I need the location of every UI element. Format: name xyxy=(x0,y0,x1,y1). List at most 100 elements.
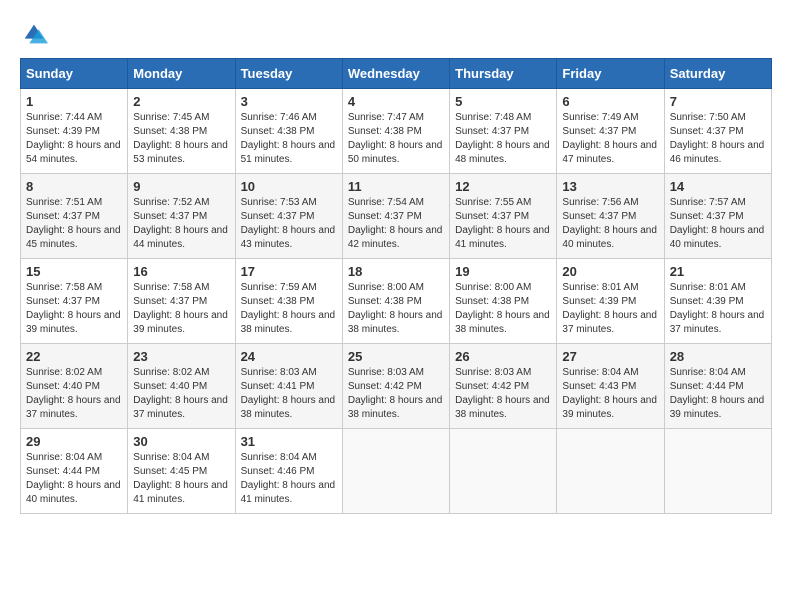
day-info: Sunrise: 7:59 AM Sunset: 4:38 PM Dayligh… xyxy=(241,281,337,337)
day-number: 9 xyxy=(133,179,229,194)
calendar-cell: 11 Sunrise: 7:54 AM Sunset: 4:37 PM Dayl… xyxy=(342,174,449,259)
day-number: 23 xyxy=(133,349,229,364)
day-info: Sunrise: 8:03 AM Sunset: 4:42 PM Dayligh… xyxy=(348,366,444,422)
day-info: Sunrise: 7:48 AM Sunset: 4:37 PM Dayligh… xyxy=(455,111,551,167)
day-number: 4 xyxy=(348,94,444,109)
calendar-cell: 25 Sunrise: 8:03 AM Sunset: 4:42 PM Dayl… xyxy=(342,344,449,429)
weekday-header-wednesday: Wednesday xyxy=(342,59,449,89)
day-number: 14 xyxy=(670,179,766,194)
calendar-cell: 9 Sunrise: 7:52 AM Sunset: 4:37 PM Dayli… xyxy=(128,174,235,259)
day-number: 1 xyxy=(26,94,122,109)
day-number: 8 xyxy=(26,179,122,194)
calendar-cell: 29 Sunrise: 8:04 AM Sunset: 4:44 PM Dayl… xyxy=(21,429,128,514)
logo xyxy=(20,20,54,48)
day-number: 10 xyxy=(241,179,337,194)
calendar-week-1: 1 Sunrise: 7:44 AM Sunset: 4:39 PM Dayli… xyxy=(21,89,772,174)
day-number: 25 xyxy=(348,349,444,364)
weekday-header-friday: Friday xyxy=(557,59,664,89)
calendar-body: 1 Sunrise: 7:44 AM Sunset: 4:39 PM Dayli… xyxy=(21,89,772,514)
day-number: 19 xyxy=(455,264,551,279)
day-info: Sunrise: 7:53 AM Sunset: 4:37 PM Dayligh… xyxy=(241,196,337,252)
calendar-cell: 28 Sunrise: 8:04 AM Sunset: 4:44 PM Dayl… xyxy=(664,344,771,429)
calendar-cell: 3 Sunrise: 7:46 AM Sunset: 4:38 PM Dayli… xyxy=(235,89,342,174)
day-number: 24 xyxy=(241,349,337,364)
calendar-cell: 31 Sunrise: 8:04 AM Sunset: 4:46 PM Dayl… xyxy=(235,429,342,514)
day-info: Sunrise: 7:58 AM Sunset: 4:37 PM Dayligh… xyxy=(26,281,122,337)
calendar-cell: 16 Sunrise: 7:58 AM Sunset: 4:37 PM Dayl… xyxy=(128,259,235,344)
day-number: 28 xyxy=(670,349,766,364)
calendar-cell xyxy=(557,429,664,514)
calendar-cell: 24 Sunrise: 8:03 AM Sunset: 4:41 PM Dayl… xyxy=(235,344,342,429)
day-info: Sunrise: 8:02 AM Sunset: 4:40 PM Dayligh… xyxy=(26,366,122,422)
day-info: Sunrise: 8:04 AM Sunset: 4:44 PM Dayligh… xyxy=(670,366,766,422)
day-number: 31 xyxy=(241,434,337,449)
calendar-cell: 15 Sunrise: 7:58 AM Sunset: 4:37 PM Dayl… xyxy=(21,259,128,344)
day-number: 29 xyxy=(26,434,122,449)
day-number: 11 xyxy=(348,179,444,194)
day-number: 3 xyxy=(241,94,337,109)
calendar-cell xyxy=(664,429,771,514)
day-info: Sunrise: 7:44 AM Sunset: 4:39 PM Dayligh… xyxy=(26,111,122,167)
calendar-cell: 6 Sunrise: 7:49 AM Sunset: 4:37 PM Dayli… xyxy=(557,89,664,174)
calendar-cell: 12 Sunrise: 7:55 AM Sunset: 4:37 PM Dayl… xyxy=(450,174,557,259)
calendar-cell: 19 Sunrise: 8:00 AM Sunset: 4:38 PM Dayl… xyxy=(450,259,557,344)
day-number: 20 xyxy=(562,264,658,279)
weekday-header-monday: Monday xyxy=(128,59,235,89)
calendar-cell: 10 Sunrise: 7:53 AM Sunset: 4:37 PM Dayl… xyxy=(235,174,342,259)
calendar-cell: 13 Sunrise: 7:56 AM Sunset: 4:37 PM Dayl… xyxy=(557,174,664,259)
day-number: 30 xyxy=(133,434,229,449)
day-info: Sunrise: 8:00 AM Sunset: 4:38 PM Dayligh… xyxy=(455,281,551,337)
day-number: 6 xyxy=(562,94,658,109)
calendar-table: SundayMondayTuesdayWednesdayThursdayFrid… xyxy=(20,58,772,514)
calendar-cell xyxy=(450,429,557,514)
calendar-cell: 2 Sunrise: 7:45 AM Sunset: 4:38 PM Dayli… xyxy=(128,89,235,174)
day-info: Sunrise: 7:50 AM Sunset: 4:37 PM Dayligh… xyxy=(670,111,766,167)
calendar-cell: 7 Sunrise: 7:50 AM Sunset: 4:37 PM Dayli… xyxy=(664,89,771,174)
day-info: Sunrise: 7:51 AM Sunset: 4:37 PM Dayligh… xyxy=(26,196,122,252)
calendar-week-2: 8 Sunrise: 7:51 AM Sunset: 4:37 PM Dayli… xyxy=(21,174,772,259)
weekday-header-row: SundayMondayTuesdayWednesdayThursdayFrid… xyxy=(21,59,772,89)
day-number: 5 xyxy=(455,94,551,109)
calendar-cell: 23 Sunrise: 8:02 AM Sunset: 4:40 PM Dayl… xyxy=(128,344,235,429)
day-info: Sunrise: 8:04 AM Sunset: 4:46 PM Dayligh… xyxy=(241,451,337,507)
calendar-cell: 4 Sunrise: 7:47 AM Sunset: 4:38 PM Dayli… xyxy=(342,89,449,174)
day-info: Sunrise: 8:03 AM Sunset: 4:42 PM Dayligh… xyxy=(455,366,551,422)
calendar-week-4: 22 Sunrise: 8:02 AM Sunset: 4:40 PM Dayl… xyxy=(21,344,772,429)
day-info: Sunrise: 7:58 AM Sunset: 4:37 PM Dayligh… xyxy=(133,281,229,337)
day-number: 7 xyxy=(670,94,766,109)
calendar-cell: 5 Sunrise: 7:48 AM Sunset: 4:37 PM Dayli… xyxy=(450,89,557,174)
day-info: Sunrise: 7:56 AM Sunset: 4:37 PM Dayligh… xyxy=(562,196,658,252)
day-info: Sunrise: 7:49 AM Sunset: 4:37 PM Dayligh… xyxy=(562,111,658,167)
day-info: Sunrise: 8:00 AM Sunset: 4:38 PM Dayligh… xyxy=(348,281,444,337)
calendar-cell: 22 Sunrise: 8:02 AM Sunset: 4:40 PM Dayl… xyxy=(21,344,128,429)
day-info: Sunrise: 7:47 AM Sunset: 4:38 PM Dayligh… xyxy=(348,111,444,167)
day-number: 17 xyxy=(241,264,337,279)
day-info: Sunrise: 8:01 AM Sunset: 4:39 PM Dayligh… xyxy=(562,281,658,337)
day-info: Sunrise: 8:02 AM Sunset: 4:40 PM Dayligh… xyxy=(133,366,229,422)
day-info: Sunrise: 8:03 AM Sunset: 4:41 PM Dayligh… xyxy=(241,366,337,422)
day-number: 27 xyxy=(562,349,658,364)
calendar-cell: 27 Sunrise: 8:04 AM Sunset: 4:43 PM Dayl… xyxy=(557,344,664,429)
day-number: 16 xyxy=(133,264,229,279)
calendar-cell: 26 Sunrise: 8:03 AM Sunset: 4:42 PM Dayl… xyxy=(450,344,557,429)
day-info: Sunrise: 8:01 AM Sunset: 4:39 PM Dayligh… xyxy=(670,281,766,337)
calendar-cell: 1 Sunrise: 7:44 AM Sunset: 4:39 PM Dayli… xyxy=(21,89,128,174)
calendar-cell: 8 Sunrise: 7:51 AM Sunset: 4:37 PM Dayli… xyxy=(21,174,128,259)
weekday-header-sunday: Sunday xyxy=(21,59,128,89)
day-number: 18 xyxy=(348,264,444,279)
calendar-cell xyxy=(342,429,449,514)
day-info: Sunrise: 8:04 AM Sunset: 4:44 PM Dayligh… xyxy=(26,451,122,507)
calendar-week-5: 29 Sunrise: 8:04 AM Sunset: 4:44 PM Dayl… xyxy=(21,429,772,514)
day-info: Sunrise: 8:04 AM Sunset: 4:45 PM Dayligh… xyxy=(133,451,229,507)
day-info: Sunrise: 7:55 AM Sunset: 4:37 PM Dayligh… xyxy=(455,196,551,252)
day-number: 13 xyxy=(562,179,658,194)
day-info: Sunrise: 7:57 AM Sunset: 4:37 PM Dayligh… xyxy=(670,196,766,252)
calendar-cell: 21 Sunrise: 8:01 AM Sunset: 4:39 PM Dayl… xyxy=(664,259,771,344)
calendar-cell: 30 Sunrise: 8:04 AM Sunset: 4:45 PM Dayl… xyxy=(128,429,235,514)
day-number: 2 xyxy=(133,94,229,109)
day-number: 12 xyxy=(455,179,551,194)
day-info: Sunrise: 7:54 AM Sunset: 4:37 PM Dayligh… xyxy=(348,196,444,252)
calendar-cell: 18 Sunrise: 8:00 AM Sunset: 4:38 PM Dayl… xyxy=(342,259,449,344)
calendar-week-3: 15 Sunrise: 7:58 AM Sunset: 4:37 PM Dayl… xyxy=(21,259,772,344)
weekday-header-thursday: Thursday xyxy=(450,59,557,89)
